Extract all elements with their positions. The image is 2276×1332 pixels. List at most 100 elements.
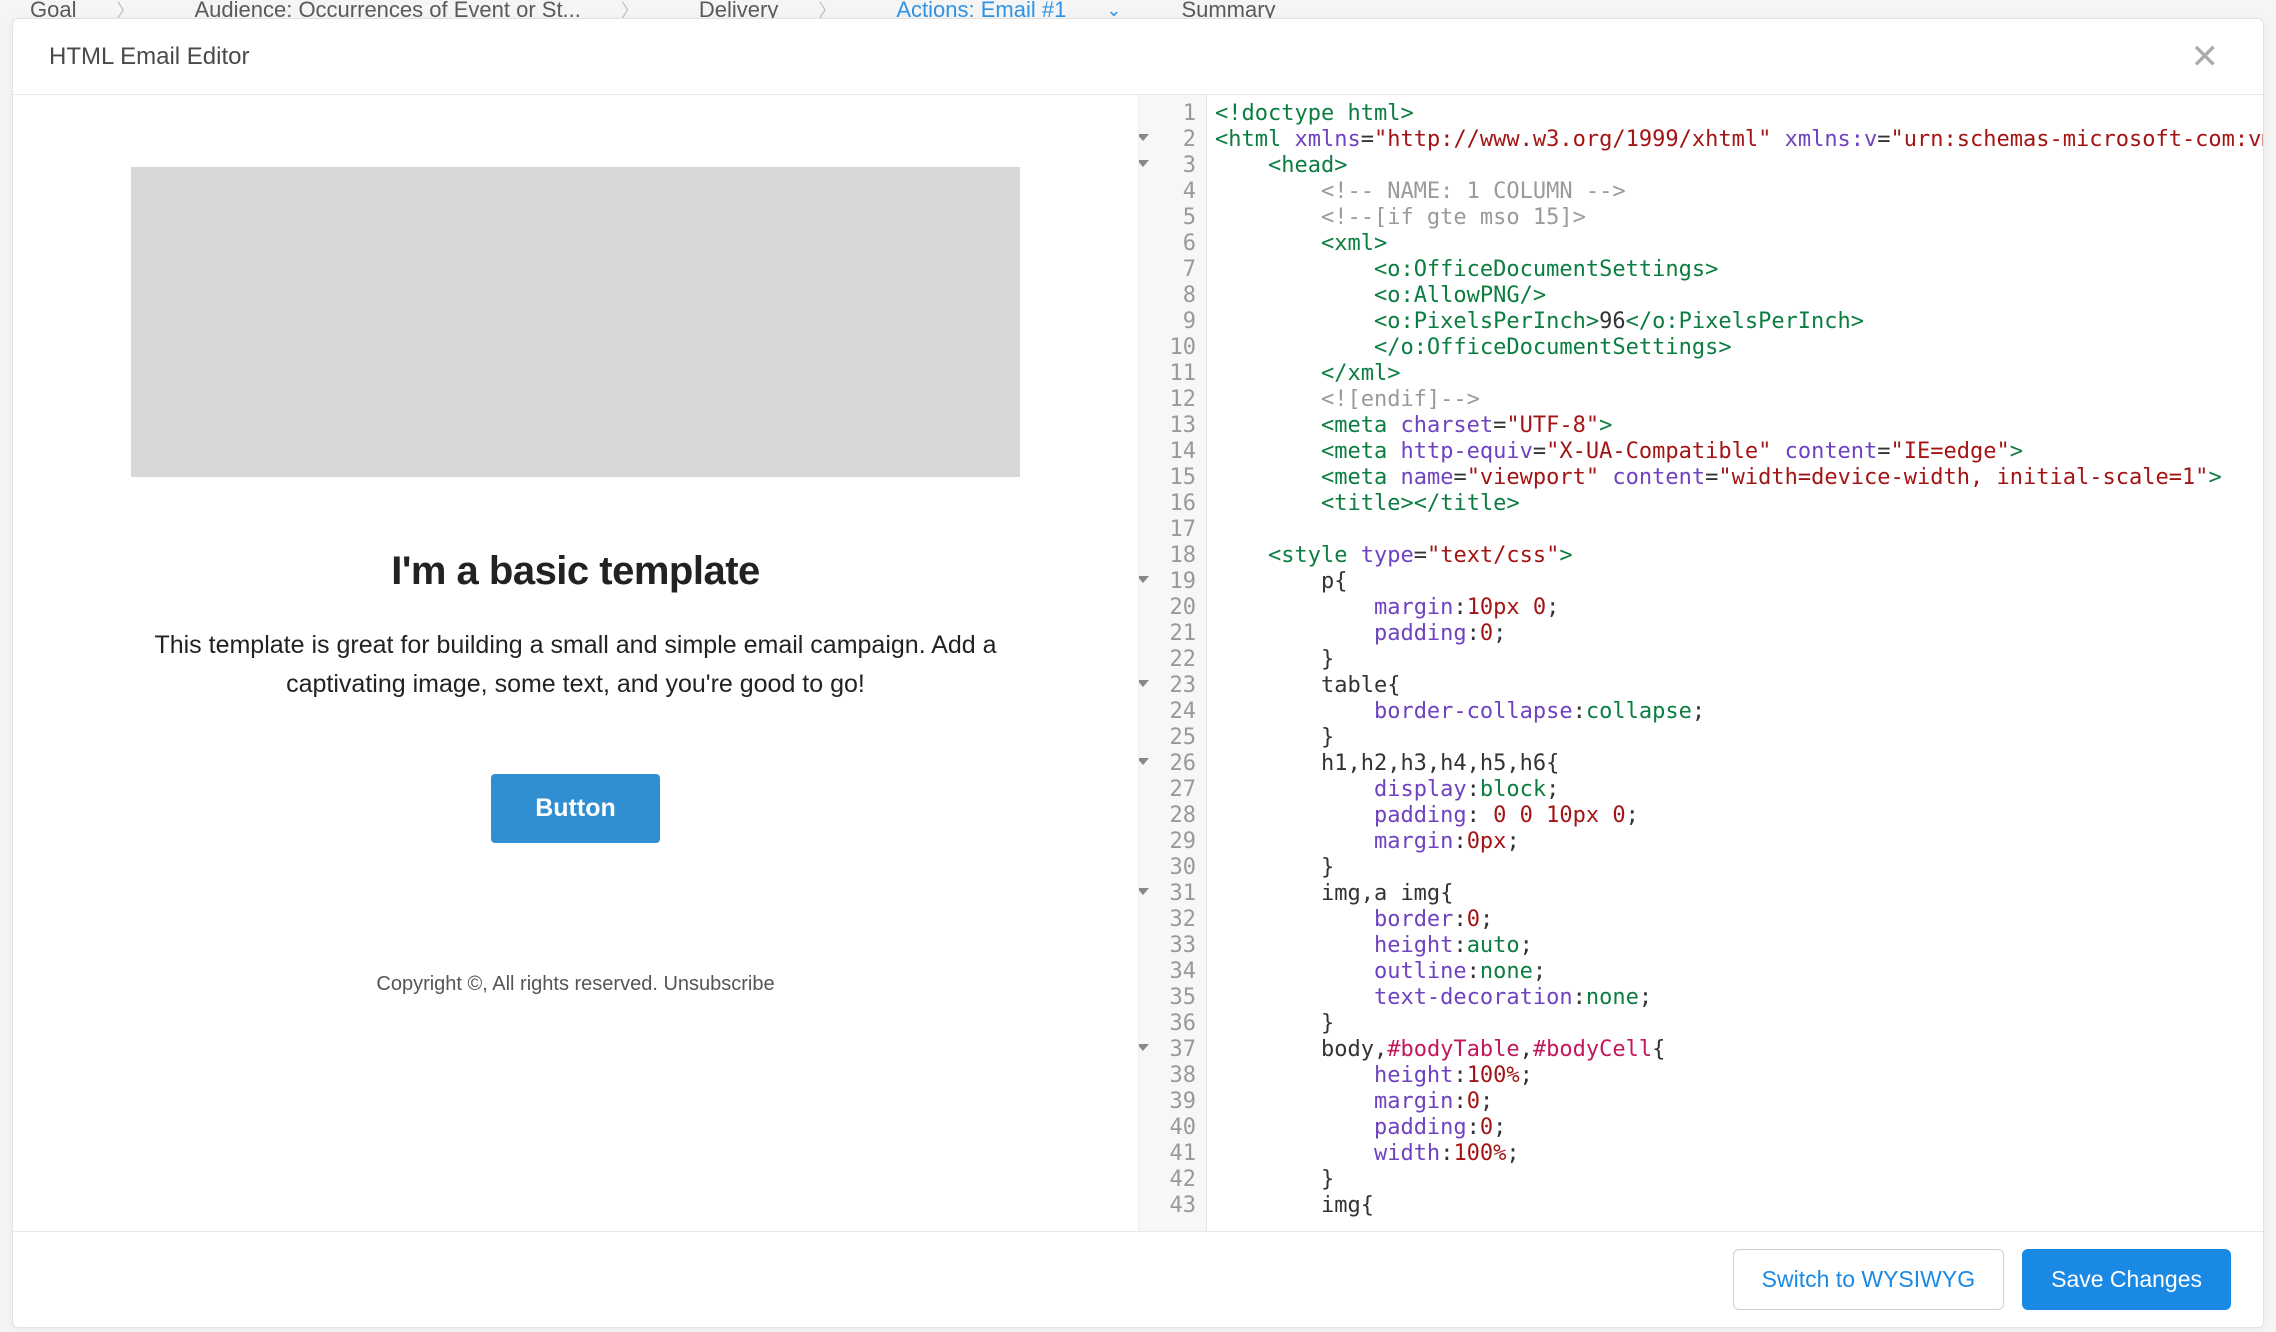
modal-footer: Switch to WYSIWYG Save Changes: [13, 1231, 2263, 1327]
code-line[interactable]: img{: [1215, 1193, 2263, 1219]
code-line[interactable]: }: [1215, 1011, 2263, 1037]
gutter-line: 30: [1139, 855, 1196, 881]
code-line[interactable]: <o:AllowPNG/>: [1215, 283, 2263, 309]
gutter-line: 7: [1139, 257, 1196, 283]
code-line[interactable]: body,#bodyTable,#bodyCell{: [1215, 1037, 2263, 1063]
gutter-line: 34: [1139, 959, 1196, 985]
code-line[interactable]: border:0;: [1215, 907, 2263, 933]
code-line[interactable]: padding:0;: [1215, 1115, 2263, 1141]
gutter-line: 27: [1139, 777, 1196, 803]
gutter-line: 9: [1139, 309, 1196, 335]
fold-marker-icon[interactable]: [1138, 758, 1149, 765]
code-line[interactable]: width:100%;: [1215, 1141, 2263, 1167]
code-line[interactable]: text-decoration:none;: [1215, 985, 2263, 1011]
bg-crumb-3: Actions: Email #1⌄: [896, 0, 1121, 20]
gutter-line: 4: [1139, 179, 1196, 205]
code-line[interactable]: height:100%;: [1215, 1063, 2263, 1089]
code-line[interactable]: display:block;: [1215, 777, 2263, 803]
code-line[interactable]: <meta charset="UTF-8">: [1215, 413, 2263, 439]
fold-marker-icon[interactable]: [1138, 1044, 1149, 1051]
code-line[interactable]: <o:OfficeDocumentSettings>: [1215, 257, 2263, 283]
code-line[interactable]: <head>: [1215, 153, 2263, 179]
fold-marker-icon[interactable]: [1138, 680, 1149, 687]
preview-cta-button[interactable]: Button: [491, 774, 660, 843]
code-line[interactable]: margin:10px 0;: [1215, 595, 2263, 621]
preview-heading: I'm a basic template: [131, 549, 1020, 594]
gutter-line: 12: [1139, 387, 1196, 413]
code-line[interactable]: height:auto;: [1215, 933, 2263, 959]
gutter-line: 20: [1139, 595, 1196, 621]
gutter-line: 29: [1139, 829, 1196, 855]
save-changes-button[interactable]: Save Changes: [2022, 1249, 2231, 1310]
gutter-line: 13: [1139, 413, 1196, 439]
code-line[interactable]: }: [1215, 1167, 2263, 1193]
code-line[interactable]: padding:0;: [1215, 621, 2263, 647]
gutter-line: 33: [1139, 933, 1196, 959]
code-line[interactable]: p{: [1215, 569, 2263, 595]
gutter-line: 3: [1139, 153, 1196, 179]
code-line[interactable]: border-collapse:collapse;: [1215, 699, 2263, 725]
gutter-line: 14: [1139, 439, 1196, 465]
code-content[interactable]: <!doctype html><html xmlns="http://www.w…: [1207, 95, 2263, 1231]
preview-footer-text: Copyright ©, All rights reserved. Unsubs…: [131, 973, 1020, 996]
gutter-line: 41: [1139, 1141, 1196, 1167]
gutter-line: 31: [1139, 881, 1196, 907]
email-preview-pane: I'm a basic template This template is gr…: [13, 95, 1138, 1231]
code-line[interactable]: margin:0px;: [1215, 829, 2263, 855]
code-line[interactable]: <xml>: [1215, 231, 2263, 257]
code-line[interactable]: [1215, 517, 2263, 543]
gutter-line: 6: [1139, 231, 1196, 257]
close-icon: ✕: [2191, 38, 2220, 76]
code-line[interactable]: <style type="text/css">: [1215, 543, 2263, 569]
code-line[interactable]: h1,h2,h3,h4,h5,h6{: [1215, 751, 2263, 777]
code-line[interactable]: <!-- NAME: 1 COLUMN -->: [1215, 179, 2263, 205]
gutter-line: 22: [1139, 647, 1196, 673]
gutter-line: 35: [1139, 985, 1196, 1011]
gutter-line: 25: [1139, 725, 1196, 751]
code-line[interactable]: <o:PixelsPerInch>96</o:PixelsPerInch>: [1215, 309, 2263, 335]
gutter-line: 43: [1139, 1193, 1196, 1219]
modal-header: HTML Email Editor ✕: [13, 19, 2263, 95]
code-line[interactable]: </o:OfficeDocumentSettings>: [1215, 335, 2263, 361]
modal-body: I'm a basic template This template is gr…: [13, 95, 2263, 1231]
bg-crumb-0: Goal〉: [30, 0, 134, 20]
code-line[interactable]: <title></title>: [1215, 491, 2263, 517]
fold-marker-icon[interactable]: [1138, 576, 1149, 583]
gutter-line: 26: [1139, 751, 1196, 777]
fold-marker-icon[interactable]: [1138, 160, 1149, 167]
gutter-line: 11: [1139, 361, 1196, 387]
gutter-line: 32: [1139, 907, 1196, 933]
gutter-line: 28: [1139, 803, 1196, 829]
gutter-line: 10: [1139, 335, 1196, 361]
code-line[interactable]: table{: [1215, 673, 2263, 699]
modal-title: HTML Email Editor: [49, 43, 249, 71]
html-email-editor-modal: HTML Email Editor ✕ I'm a basic template…: [12, 18, 2264, 1328]
code-line[interactable]: outline:none;: [1215, 959, 2263, 985]
gutter-line: 39: [1139, 1089, 1196, 1115]
code-line[interactable]: <html xmlns="http://www.w3.org/1999/xhtm…: [1215, 127, 2263, 153]
code-line[interactable]: </xml>: [1215, 361, 2263, 387]
code-line[interactable]: <![endif]-->: [1215, 387, 2263, 413]
gutter-line: 36: [1139, 1011, 1196, 1037]
code-line[interactable]: <!--[if gte mso 15]>: [1215, 205, 2263, 231]
code-line[interactable]: }: [1215, 647, 2263, 673]
code-line[interactable]: margin:0;: [1215, 1089, 2263, 1115]
code-line[interactable]: <meta http-equiv="X-UA-Compatible" conte…: [1215, 439, 2263, 465]
gutter-line: 8: [1139, 283, 1196, 309]
code-line[interactable]: <!doctype html>: [1215, 101, 2263, 127]
code-line[interactable]: <meta name="viewport" content="width=dev…: [1215, 465, 2263, 491]
code-editor-pane[interactable]: 1234567891011121314151617181920212223242…: [1138, 95, 2263, 1231]
code-line[interactable]: }: [1215, 725, 2263, 751]
close-button[interactable]: ✕: [2183, 36, 2228, 78]
code-line[interactable]: img,a img{: [1215, 881, 2263, 907]
gutter-line: 15: [1139, 465, 1196, 491]
code-line[interactable]: padding: 0 0 10px 0;: [1215, 803, 2263, 829]
gutter-line: 24: [1139, 699, 1196, 725]
code-line[interactable]: }: [1215, 855, 2263, 881]
switch-to-wysiwyg-button[interactable]: Switch to WYSIWYG: [1733, 1249, 2004, 1310]
bg-crumb-1: Audience: Occurrences of Event or St...〉: [194, 0, 638, 20]
fold-marker-icon[interactable]: [1138, 134, 1149, 141]
bg-crumb-4: Summary: [1181, 0, 1275, 20]
fold-marker-icon[interactable]: [1138, 888, 1149, 895]
gutter-line: 16: [1139, 491, 1196, 517]
